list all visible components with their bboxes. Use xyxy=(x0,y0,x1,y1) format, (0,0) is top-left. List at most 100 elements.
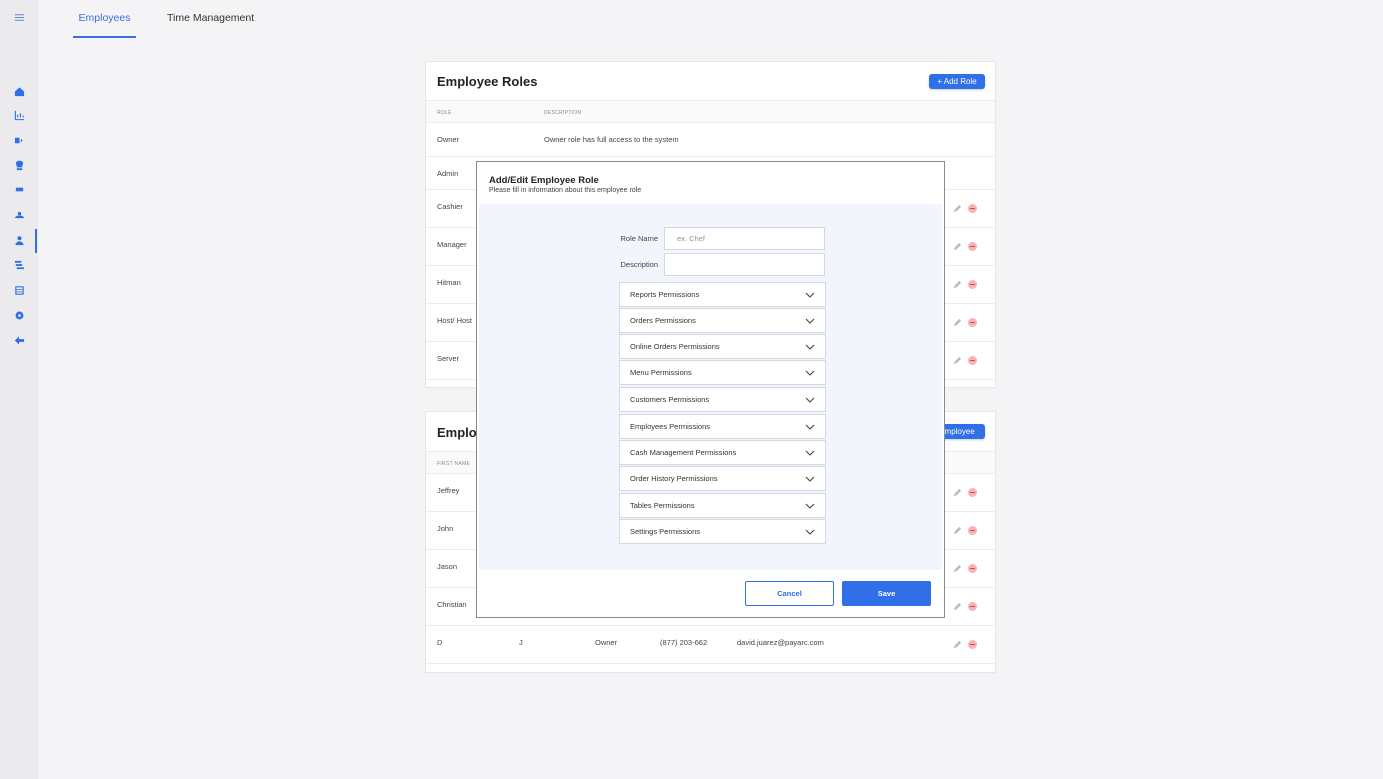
description-input[interactable] xyxy=(664,253,825,276)
row-actions xyxy=(953,564,977,573)
row-actions xyxy=(953,242,977,251)
edit-icon[interactable] xyxy=(953,526,962,535)
employees-icon[interactable] xyxy=(12,233,26,247)
home-icon[interactable] xyxy=(12,84,26,98)
permission-label: Menu Permissions xyxy=(630,368,692,377)
delete-icon[interactable] xyxy=(968,602,977,611)
online-orders-permissions-dropdown[interactable]: Online Orders Permissions xyxy=(619,334,826,359)
chevron-down-icon xyxy=(805,318,815,324)
delete-icon[interactable] xyxy=(968,280,977,289)
edit-icon[interactable] xyxy=(953,488,962,497)
employee-first-name: Jeffrey xyxy=(437,486,460,495)
tag-icon[interactable] xyxy=(12,133,26,147)
permission-label: Customers Permissions xyxy=(630,395,710,404)
delete-icon[interactable] xyxy=(968,640,977,649)
chevron-down-icon xyxy=(805,292,815,298)
column-header: DESCRIPTION xyxy=(544,110,582,116)
delete-icon[interactable] xyxy=(968,526,977,535)
save-button[interactable]: Save xyxy=(842,581,931,606)
employee-last-name: J xyxy=(519,638,523,647)
permission-label: Tables Permissions xyxy=(630,501,695,510)
menu-permissions-dropdown[interactable]: Menu Permissions xyxy=(619,360,826,385)
cash-management-permissions-dropdown[interactable]: Cash Management Permissions xyxy=(619,440,826,465)
delete-icon[interactable] xyxy=(968,488,977,497)
role-name-label: Role Name xyxy=(620,234,658,243)
modal-title: Add/Edit Employee Role xyxy=(489,175,599,186)
employee-first-name: D xyxy=(437,638,443,647)
table-row[interactable]: D J Owner (877) 203-662 david.juarez@pay… xyxy=(426,625,995,663)
chart-icon[interactable] xyxy=(12,108,26,122)
customers-permissions-dropdown[interactable]: Customers Permissions xyxy=(619,387,826,412)
edit-icon[interactable] xyxy=(953,640,962,649)
table-icon[interactable] xyxy=(12,283,26,297)
row-actions xyxy=(953,356,977,365)
employee-first-name: Jason xyxy=(437,562,458,571)
chevron-down-icon xyxy=(805,424,815,430)
cancel-button[interactable]: Cancel xyxy=(745,581,834,606)
employee-first-name: John xyxy=(437,524,454,533)
edit-icon[interactable] xyxy=(953,242,962,251)
employees-permissions-dropdown[interactable]: Employees Permissions xyxy=(619,414,826,439)
top-tabs: Employees Time Management xyxy=(38,0,1383,40)
edit-icon[interactable] xyxy=(953,318,962,327)
sidebar-active-indicator xyxy=(35,229,37,253)
chevron-down-icon xyxy=(805,529,815,535)
chevron-down-icon xyxy=(805,397,815,403)
row-actions xyxy=(953,526,977,535)
column-header: FIRST NAME xyxy=(437,461,471,467)
role-name: Owner xyxy=(437,135,460,144)
settings-icon[interactable] xyxy=(12,308,26,322)
chevron-down-icon xyxy=(805,344,815,350)
employee-email: david.juarez@payarc.com xyxy=(737,638,824,647)
row-actions xyxy=(953,488,977,497)
chevron-down-icon xyxy=(805,476,815,482)
employee-first-name: Christian xyxy=(437,600,467,609)
roles-header-row: ROLE DESCRIPTION xyxy=(426,100,995,122)
role-name: Host/ Host xyxy=(437,316,473,325)
delete-icon[interactable] xyxy=(968,318,977,327)
permission-label: Online Orders Permissions xyxy=(630,342,720,351)
delete-icon[interactable] xyxy=(968,204,977,213)
role-description: Owner role has full access to the system xyxy=(544,135,679,144)
edit-icon[interactable] xyxy=(953,564,962,573)
role-name: Hitman xyxy=(437,278,461,287)
permission-label: Reports Permissions xyxy=(630,290,700,299)
edit-icon[interactable] xyxy=(953,204,962,213)
chef-hat-icon[interactable] xyxy=(12,158,26,172)
description-label: Description xyxy=(620,260,658,269)
delete-icon[interactable] xyxy=(968,242,977,251)
hamburger-icon[interactable] xyxy=(12,10,26,24)
customers-icon[interactable] xyxy=(12,207,26,221)
permission-label: Employees Permissions xyxy=(630,422,711,431)
tab-employees[interactable]: Employees xyxy=(73,12,136,38)
sidebar xyxy=(0,0,38,779)
employee-phone: (877) 203-662 xyxy=(660,638,708,647)
delete-icon[interactable] xyxy=(968,356,977,365)
role-name: Manager xyxy=(437,240,467,249)
chevron-down-icon xyxy=(805,503,815,509)
role-name: Cashier xyxy=(437,202,463,211)
edit-icon[interactable] xyxy=(953,356,962,365)
menu-card-icon[interactable] xyxy=(12,182,26,196)
permission-label: Orders Permissions xyxy=(630,316,696,325)
tables-permissions-dropdown[interactable]: Tables Permissions xyxy=(619,493,826,518)
orders-permissions-dropdown[interactable]: Orders Permissions xyxy=(619,308,826,333)
role-name: Server xyxy=(437,354,460,363)
row-actions xyxy=(953,280,977,289)
logout-icon[interactable] xyxy=(12,333,26,347)
edit-icon[interactable] xyxy=(953,602,962,611)
role-name-input[interactable] xyxy=(664,227,825,250)
history-icon[interactable] xyxy=(12,258,26,272)
reports-permissions-dropdown[interactable]: Reports Permissions xyxy=(619,282,826,307)
edit-icon[interactable] xyxy=(953,280,962,289)
permission-label: Settings Permissions xyxy=(630,527,701,536)
edit-role-modal: Add/Edit Employee Role Please fill in in… xyxy=(476,161,945,618)
modal-subtitle: Please fill in information about this em… xyxy=(489,187,642,194)
column-header: ROLE xyxy=(437,110,452,116)
add-role-button[interactable]: + Add Role xyxy=(929,74,985,89)
tab-time-management[interactable]: Time Management xyxy=(167,12,254,36)
delete-icon[interactable] xyxy=(968,564,977,573)
order-history-permissions-dropdown[interactable]: Order History Permissions xyxy=(619,466,826,491)
settings-permissions-dropdown[interactable]: Settings Permissions xyxy=(619,519,826,544)
table-row[interactable]: Owner Owner role has full access to the … xyxy=(426,122,995,156)
